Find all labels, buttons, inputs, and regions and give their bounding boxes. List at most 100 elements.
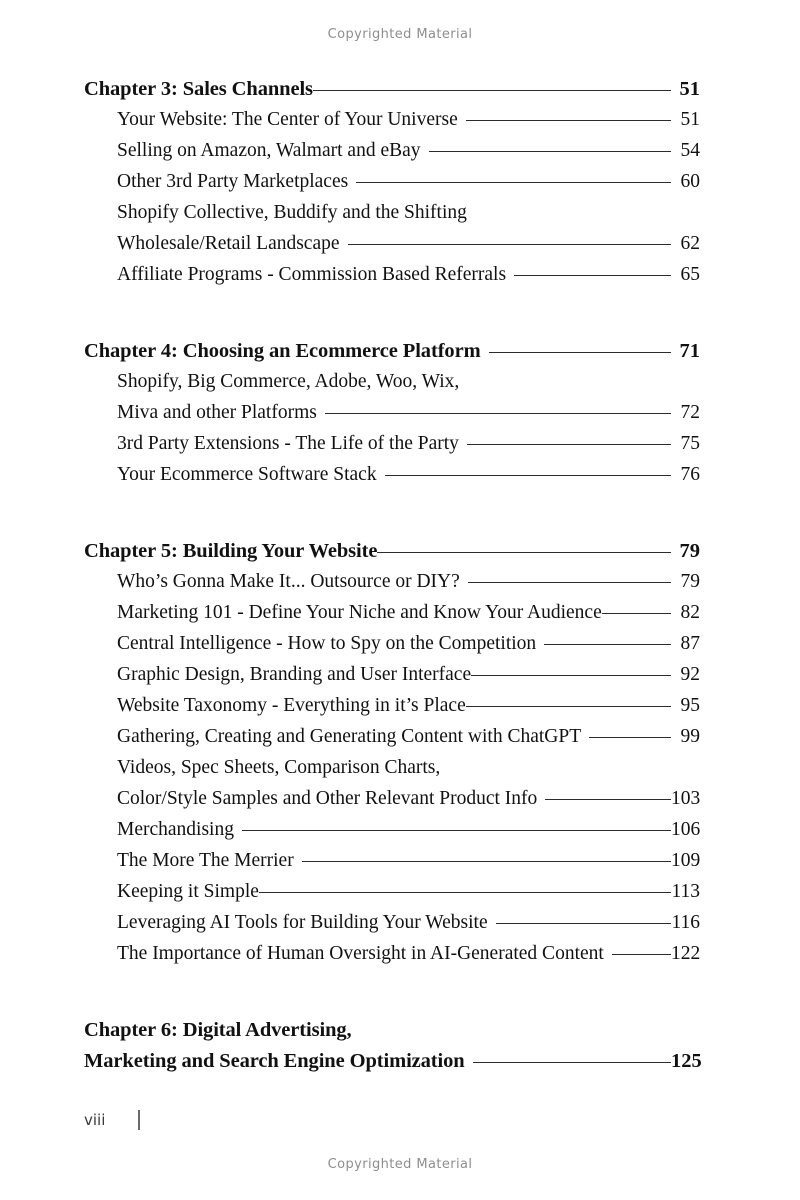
toc-entry-label: Miva and other Platforms xyxy=(117,401,317,423)
leader-line xyxy=(301,846,672,866)
toc-entry-label: Selling on Amazon, Walmart and eBay xyxy=(117,139,421,161)
toc-entry-row[interactable]: Your Website: The Center of Your Univers… xyxy=(84,105,700,136)
toc-entry-label: Shopify, Big Commerce, Adobe, Woo, Wix, xyxy=(117,370,460,392)
chapter-page-number: 51 xyxy=(679,77,701,100)
leader-line xyxy=(545,784,671,804)
leader-line xyxy=(589,722,671,742)
toc-entry-label: 3rd Party Extensions - The Life of the P… xyxy=(117,432,459,454)
toc-entry-label: Your Ecommerce Software Stack xyxy=(117,463,377,485)
toc-entry-row[interactable]: Shopify Collective, Buddify and the Shif… xyxy=(84,198,700,229)
folio-page-number: viii xyxy=(84,1111,106,1129)
copyright-watermark-bottom: Copyrighted Material xyxy=(327,1157,473,1172)
leader-line xyxy=(258,877,672,897)
toc-entry-label: Affiliate Programs - Commission Based Re… xyxy=(117,263,507,285)
toc-entry-label: The Importance of Human Oversight in AI-… xyxy=(117,942,604,964)
leader-line xyxy=(377,536,671,557)
toc-entry-page-number: 72 xyxy=(680,401,701,423)
chapter-heading-row[interactable]: Chapter 3: Sales Channels 51 xyxy=(84,74,700,105)
chapter-heading-row[interactable]: Chapter 4: Choosing an Ecommerce Platfor… xyxy=(84,336,700,367)
chapter-page-number: 79 xyxy=(679,539,701,562)
toc-entry-row[interactable]: Graphic Design, Branding and User Interf… xyxy=(84,660,700,691)
toc-entry-row[interactable]: Miva and other Platforms 72 xyxy=(84,398,700,429)
toc-entry-page-number: 65 xyxy=(680,263,701,285)
leader-line xyxy=(312,74,672,95)
chapter-heading-label: Chapter 6: Digital Advertising, xyxy=(84,1018,352,1041)
chapter-heading-row[interactable]: Chapter 6: Digital Advertising, xyxy=(84,1015,700,1046)
leader-line xyxy=(514,260,671,280)
leader-line xyxy=(428,136,672,156)
leader-line xyxy=(488,336,672,357)
toc-entry-row[interactable]: Wholesale/Retail Landscape 62 xyxy=(84,229,700,260)
chapter-heading-label: Chapter 5: Building Your Website xyxy=(84,539,378,562)
toc-entry-row[interactable]: Marketing 101 - Define Your Niche and Kn… xyxy=(84,598,700,629)
leader-line xyxy=(465,691,672,711)
chapter-block: Chapter 3: Sales Channels 51 Your Website:… xyxy=(84,74,700,291)
toc-entry-page-number: 106 xyxy=(671,818,701,840)
toc-entry-label: Marketing 101 - Define Your Niche and Kn… xyxy=(117,601,602,623)
toc-entry-row[interactable]: Other 3rd Party Marketplaces 60 xyxy=(84,167,700,198)
toc-entry-page-number: 103 xyxy=(671,787,701,809)
leader-line xyxy=(466,429,672,449)
footer-divider xyxy=(138,1110,140,1130)
leader-line xyxy=(472,1046,672,1067)
leader-line xyxy=(384,460,672,480)
toc-entry-page-number: 122 xyxy=(671,942,701,964)
toc-entry-page-number: 75 xyxy=(680,432,701,454)
toc-entry-row[interactable]: Central Intelligence - How to Spy on the… xyxy=(84,629,700,660)
chapter-block: Chapter 4: Choosing an Ecommerce Platfor… xyxy=(84,336,700,491)
toc-entry-page-number: 51 xyxy=(680,108,701,130)
toc-entry-row[interactable]: Selling on Amazon, Walmart and eBay 54 xyxy=(84,136,700,167)
toc-entry-row[interactable]: Website Taxonomy - Everything in it’s Pl… xyxy=(84,691,700,722)
leader-line xyxy=(467,567,672,587)
toc-entry-label: Other 3rd Party Marketplaces xyxy=(117,170,349,192)
toc-entry-page-number: 99 xyxy=(680,725,701,747)
chapter-page-number: 71 xyxy=(679,339,701,362)
chapter-heading-label: Chapter 4: Choosing an Ecommerce Platfor… xyxy=(84,339,481,362)
toc-entry-page-number: 76 xyxy=(680,463,701,485)
toc-entry-label: Your Website: The Center of Your Univers… xyxy=(117,108,458,130)
toc-entry-label: Who’s Gonna Make It... Outsource or DIY? xyxy=(117,570,460,592)
chapter-heading-label: Chapter 3: Sales Channels xyxy=(84,77,313,100)
toc-entry-row[interactable]: Merchandising 106 xyxy=(84,815,700,846)
leader-line xyxy=(471,660,671,680)
toc-entry-page-number: 113 xyxy=(671,880,700,902)
chapter-page-number: 125 xyxy=(671,1049,702,1072)
toc-entry-row[interactable]: Color/Style Samples and Other Relevant P… xyxy=(84,784,700,815)
toc-entry-row[interactable]: 3rd Party Extensions - The Life of the P… xyxy=(84,429,700,460)
leader-line xyxy=(465,105,672,125)
toc-entry-row[interactable]: Leveraging AI Tools for Building Your We… xyxy=(84,908,700,939)
toc-entry-page-number: 79 xyxy=(680,570,701,592)
leader-line xyxy=(324,398,672,418)
toc-entry-row[interactable]: Affiliate Programs - Commission Based Re… xyxy=(84,260,700,291)
toc-entry-page-number: 109 xyxy=(671,849,701,871)
chapter-heading-continuation-label: Marketing and Search Engine Optimization xyxy=(84,1049,465,1072)
toc-entry-label: Shopify Collective, Buddify and the Shif… xyxy=(117,201,467,223)
toc-entry-row[interactable]: Videos, Spec Sheets, Comparison Charts, xyxy=(84,753,700,784)
leader-line xyxy=(241,815,672,835)
toc-entry-row[interactable]: The More The Merrier 109 xyxy=(84,846,700,877)
toc-entry-page-number: 54 xyxy=(680,139,701,161)
toc-entry-page-number: 62 xyxy=(680,232,701,254)
toc-entry-page-number: 116 xyxy=(671,911,700,933)
copyright-watermark-top: Copyrighted Material xyxy=(327,27,473,42)
toc-entry-page-number: 60 xyxy=(680,170,701,192)
toc-entry-label: Graphic Design, Branding and User Interf… xyxy=(117,663,472,685)
chapter-heading-row[interactable]: Chapter 5: Building Your Website 79 xyxy=(84,536,700,567)
toc-entry-label: Central Intelligence - How to Spy on the… xyxy=(117,632,537,654)
toc-entry-row[interactable]: Who’s Gonna Make It... Outsource or DIY?… xyxy=(84,567,700,598)
leader-line xyxy=(495,908,672,928)
toc-entry-label: Wholesale/Retail Landscape xyxy=(117,232,340,254)
toc-entry-row[interactable]: Gathering, Creating and Generating Conte… xyxy=(84,722,700,753)
toc-entry-row[interactable]: Shopify, Big Commerce, Adobe, Woo, Wix, xyxy=(84,367,700,398)
toc-entry-row[interactable]: Your Ecommerce Software Stack 76 xyxy=(84,460,700,491)
toc-entry-row[interactable]: The Importance of Human Oversight in AI-… xyxy=(84,939,700,970)
toc-entry-label: Leveraging AI Tools for Building Your We… xyxy=(117,911,488,933)
leader-line xyxy=(347,229,672,249)
leader-line xyxy=(601,598,672,618)
toc-entry-row[interactable]: Keeping it Simple 113 xyxy=(84,877,700,908)
toc-entry-label: Color/Style Samples and Other Relevant P… xyxy=(117,787,538,809)
leader-line xyxy=(544,629,671,649)
chapter-block: Chapter 6: Digital Advertising, Marketing… xyxy=(84,1015,702,1077)
leader-line xyxy=(611,939,672,959)
chapter-heading-continuation-row[interactable]: Marketing and Search Engine Optimization… xyxy=(84,1046,702,1077)
